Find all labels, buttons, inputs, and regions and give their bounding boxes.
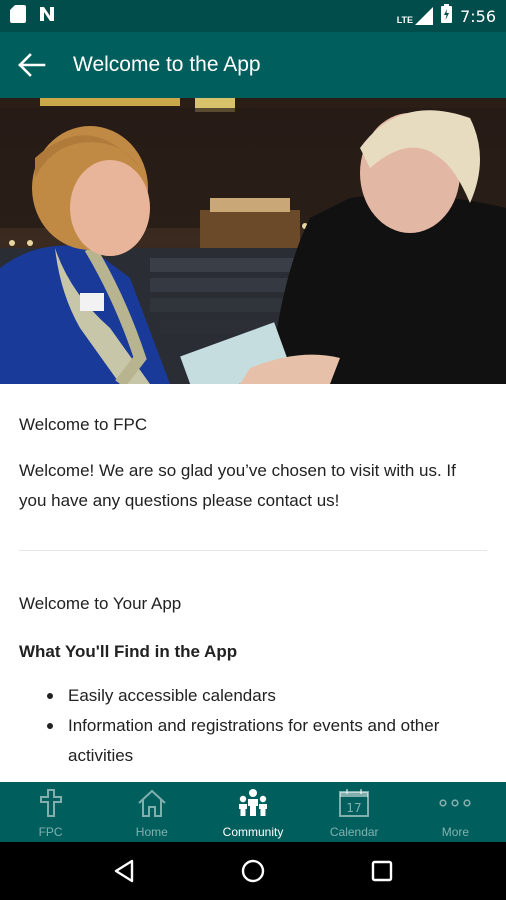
tab-fpc[interactable]: FPC [0, 782, 101, 842]
calendar-day: 17 [347, 801, 362, 815]
notification-n-icon [38, 5, 56, 28]
back-button[interactable] [0, 32, 64, 98]
status-time: 7:56 [460, 6, 496, 26]
app-section-title: Welcome to Your App [19, 594, 182, 613]
hero-image [0, 98, 506, 384]
square-recents-icon [371, 860, 392, 882]
nav-home-button[interactable] [223, 842, 283, 900]
main-content: Welcome to FPC Welcome! We are so glad y… [0, 384, 506, 782]
tab-label: Community [222, 825, 284, 839]
home-icon [134, 787, 170, 819]
tab-calendar[interactable]: 17 Calendar [304, 782, 405, 842]
nav-recents-button[interactable] [352, 842, 412, 900]
triangle-back-icon [115, 859, 134, 883]
list-item: Easily accessible calendars [43, 681, 487, 711]
more-icon [437, 787, 473, 819]
tab-community[interactable]: Community [202, 782, 303, 842]
feature-list: Easily accessible calendars Information … [19, 681, 487, 771]
arrow-back-icon [18, 53, 46, 77]
lte-signal-icon: LTE [397, 7, 434, 25]
tab-more[interactable]: More [405, 782, 506, 842]
find-title: What You'll Find in the App [19, 642, 238, 661]
circle-home-icon [241, 859, 265, 883]
calendar-icon: 17 [336, 787, 372, 819]
sd-card-icon [10, 4, 26, 28]
tab-label: Home [135, 825, 168, 839]
tab-label: Calendar [329, 825, 379, 839]
page-title: Welcome to the App [73, 53, 261, 76]
divider [19, 550, 487, 551]
app-bar: Welcome to the App [0, 32, 506, 98]
battery-icon [441, 4, 453, 28]
tab-home[interactable]: Home [101, 782, 202, 842]
bottom-tab-bar: FPC Home Community 17 Calendar More [0, 782, 506, 842]
tab-label: More [441, 825, 470, 839]
list-item: Information and registrations for events… [43, 711, 487, 771]
tab-label: FPC [38, 825, 63, 839]
welcome-title: Welcome to FPC [19, 415, 148, 434]
nav-back-button[interactable] [94, 842, 154, 900]
cross-icon [33, 787, 69, 819]
system-nav-bar [0, 842, 506, 900]
welcome-text: Welcome! We are so glad you’ve chosen to… [19, 461, 456, 510]
status-bar: LTE 7:56 [0, 0, 506, 32]
community-icon [235, 787, 271, 819]
